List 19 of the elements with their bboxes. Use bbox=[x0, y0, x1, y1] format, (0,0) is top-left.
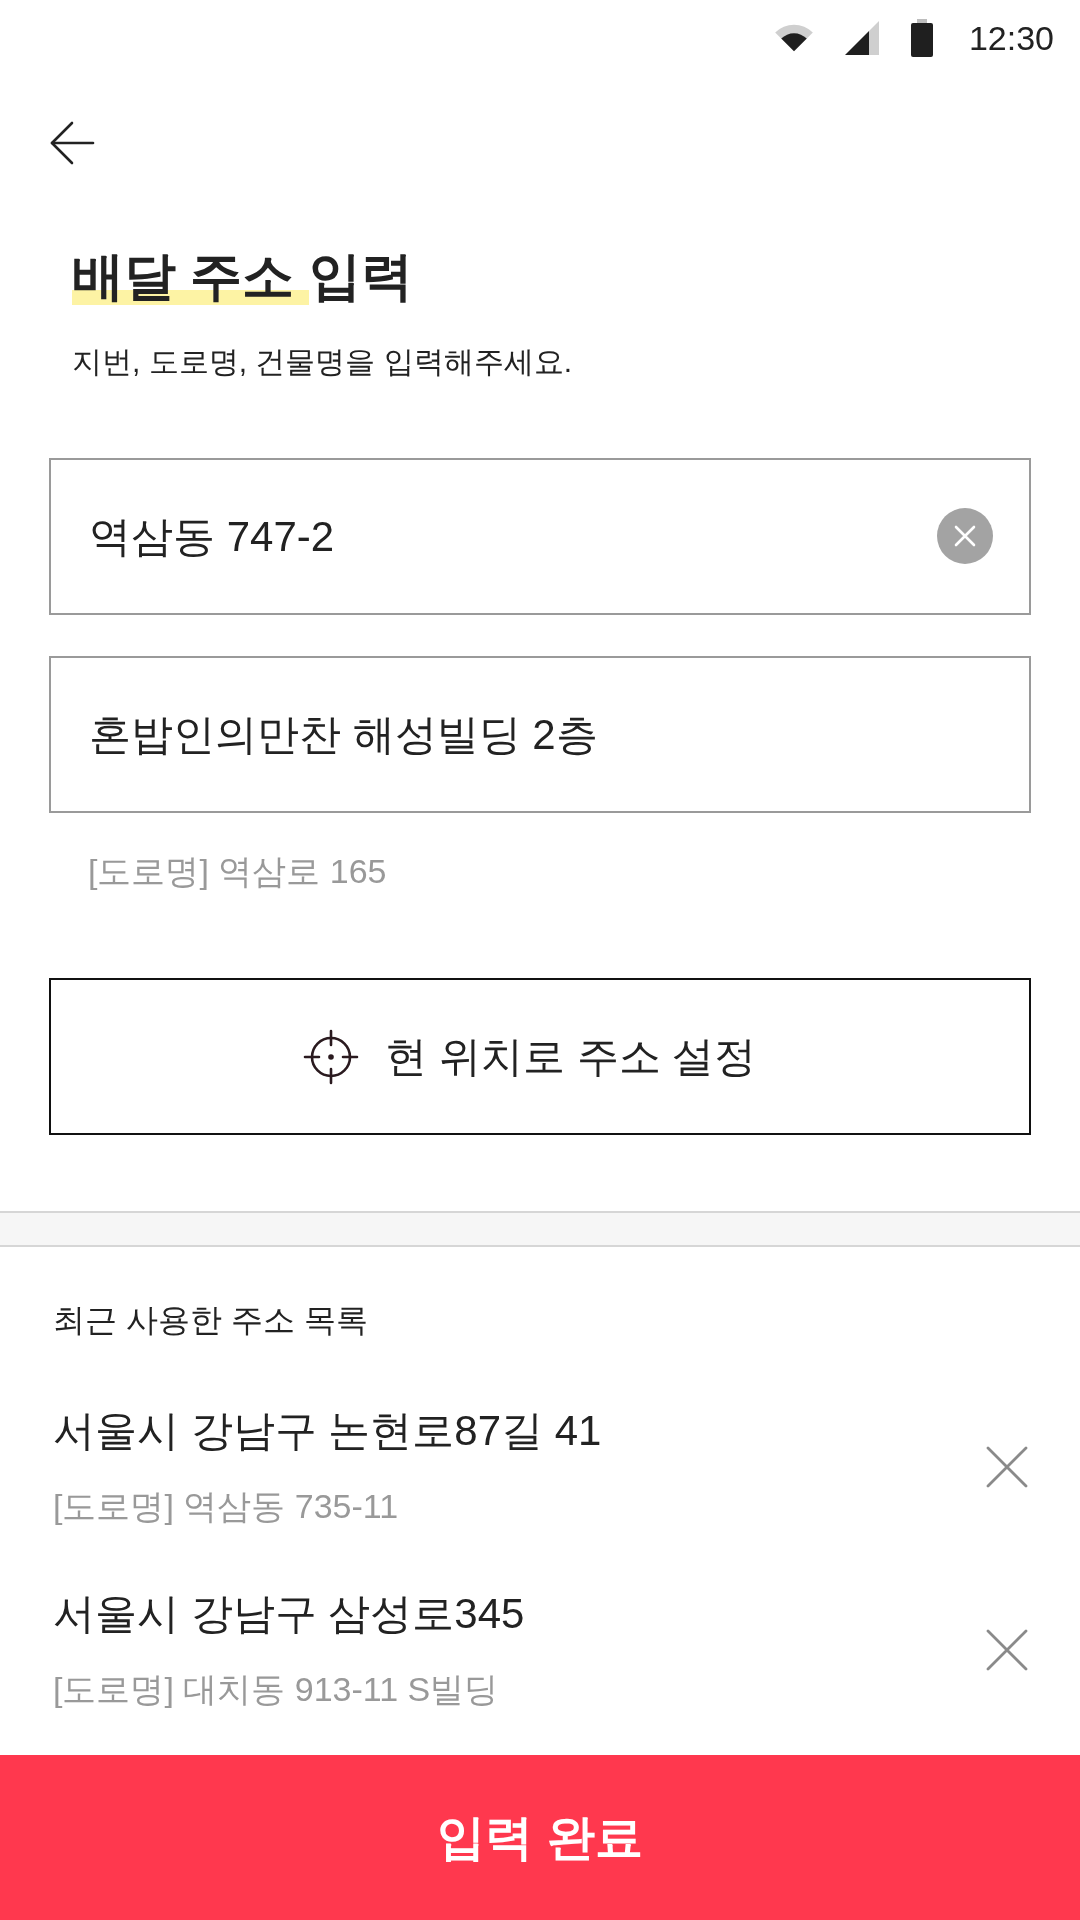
recent-address-text[interactable]: 서울시 강남구 논현로87길 41 bbox=[53, 1405, 602, 1457]
crosshair-icon bbox=[303, 1028, 360, 1085]
signal-icon bbox=[844, 20, 879, 55]
submit-button[interactable]: 입력 완료 bbox=[0, 1755, 1080, 1920]
address-field[interactable]: 역삼동 747-2 bbox=[49, 458, 1031, 615]
section-heading: 최근 사용한 주소 목록 bbox=[53, 1301, 368, 1340]
road-address-text: [도로명] 역삼로 165 bbox=[88, 851, 387, 892]
wifi-icon bbox=[774, 22, 813, 53]
close-icon[interactable] bbox=[986, 1628, 1028, 1671]
battery-icon bbox=[910, 18, 933, 57]
recent-road-address-text: [도로명] 대치동 913-11 S빌딩 bbox=[53, 1669, 499, 1710]
recent-road-address-text: [도로명] 역삼동 735-11 bbox=[53, 1486, 399, 1527]
current-location-button[interactable]: 현 위치로 주소 설정 bbox=[49, 978, 1031, 1135]
close-icon bbox=[954, 525, 976, 547]
address-field[interactable]: 혼밥인의만찬 해성빌딩 2층 bbox=[49, 656, 1031, 813]
close-icon[interactable] bbox=[986, 1445, 1028, 1488]
status-time: 12:30 bbox=[968, 17, 1054, 58]
subtitle-text: 지번, 도로명, 건물명을 입력해주세요. bbox=[72, 344, 572, 380]
recent-address-text[interactable]: 서울시 강남구 삼성로345 bbox=[53, 1588, 525, 1640]
